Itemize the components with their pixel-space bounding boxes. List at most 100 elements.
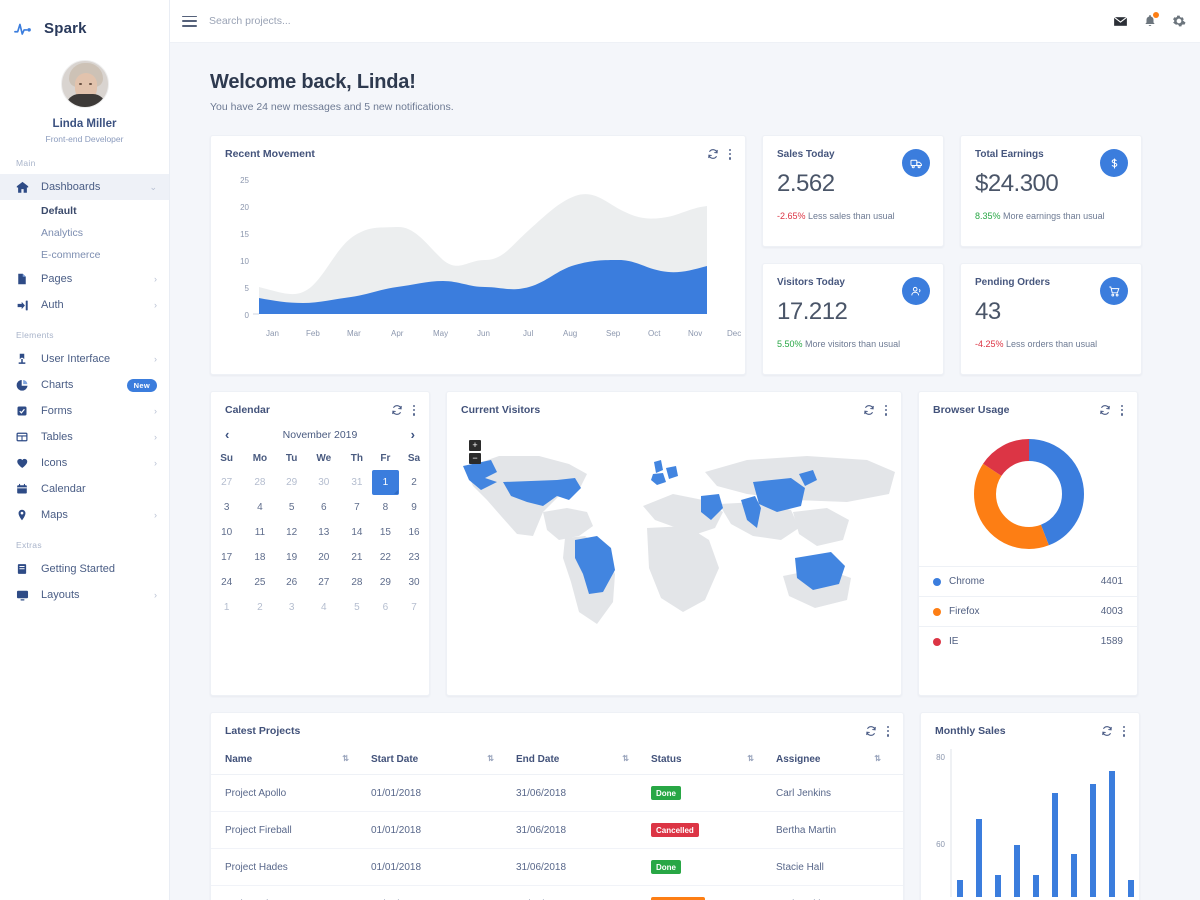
- calendar-day[interactable]: 15: [372, 520, 399, 545]
- calendar-day[interactable]: 7: [342, 495, 372, 520]
- sidebar-item-icons[interactable]: Icons ›: [0, 450, 169, 476]
- topbar: [170, 0, 1200, 43]
- sidebar-item-maps[interactable]: Maps ›: [0, 502, 169, 528]
- refresh-icon[interactable]: [1101, 725, 1113, 737]
- calendar-day[interactable]: 28: [342, 570, 372, 595]
- calendar-day[interactable]: 30: [306, 470, 342, 495]
- hamburger-icon[interactable]: [182, 16, 197, 27]
- search-input[interactable]: [209, 15, 509, 27]
- calendar-day[interactable]: 31: [342, 470, 372, 495]
- calendar-day[interactable]: 12: [278, 520, 306, 545]
- calendar-day[interactable]: 20: [306, 545, 342, 570]
- stat-note-text: More earnings than usual: [1003, 211, 1105, 221]
- calendar-day[interactable]: 10: [211, 520, 242, 545]
- cell-assignee: Carl Jenkins: [776, 775, 903, 812]
- calendar-day[interactable]: 13: [306, 520, 342, 545]
- brand[interactable]: Spark: [0, 0, 169, 44]
- sidebar-item-dashboards[interactable]: Dashboards ⌄: [0, 174, 169, 200]
- calendar-day[interactable]: 18: [242, 545, 277, 570]
- calendar-day[interactable]: 28: [242, 470, 277, 495]
- calendar-day[interactable]: 22: [372, 545, 399, 570]
- calendar-day[interactable]: 24: [211, 570, 242, 595]
- bell-icon[interactable]: [1143, 14, 1157, 28]
- calendar-day[interactable]: 1: [372, 470, 399, 495]
- kebab-menu-icon[interactable]: [885, 405, 887, 416]
- sidebar-item-charts[interactable]: Charts New: [0, 372, 169, 398]
- sidebar-item-layouts[interactable]: Layouts ›: [0, 582, 169, 608]
- chevron-right-icon: ›: [154, 433, 157, 442]
- weekday: Fr: [372, 447, 399, 470]
- calendar-day[interactable]: 14: [342, 520, 372, 545]
- calendar-day[interactable]: 2: [399, 470, 429, 495]
- sidebar-item-pages[interactable]: Pages ›: [0, 266, 169, 292]
- col-end-date[interactable]: End Date⇅: [516, 745, 651, 775]
- sidebar-subitem-default[interactable]: Default: [0, 200, 169, 222]
- chevron-right-icon: ›: [154, 459, 157, 468]
- world-map[interactable]: [447, 416, 902, 666]
- chevron-right-icon[interactable]: ›: [411, 428, 415, 441]
- calendar-day[interactable]: 6: [372, 595, 399, 620]
- table-row[interactable]: Project Apollo01/01/201831/06/2018DoneCa…: [211, 775, 903, 812]
- table-row[interactable]: Project Hades01/01/201831/06/2018DoneSta…: [211, 849, 903, 886]
- calendar-day[interactable]: 3: [278, 595, 306, 620]
- card-header: Calendar: [211, 392, 429, 416]
- sidebar-item-getting-started[interactable]: Getting Started: [0, 556, 169, 582]
- table-row[interactable]: Project Nitro01/01/201831/06/2018In prog…: [211, 886, 903, 900]
- calendar-day[interactable]: 27: [306, 570, 342, 595]
- calendar-day[interactable]: 4: [242, 495, 277, 520]
- sidebar-item-user-interface[interactable]: User Interface ›: [0, 346, 169, 372]
- gear-icon[interactable]: [1172, 14, 1186, 28]
- mail-icon[interactable]: [1113, 14, 1128, 29]
- calendar-day[interactable]: 4: [306, 595, 342, 620]
- svg-text:Sep: Sep: [606, 329, 621, 338]
- kebab-menu-icon[interactable]: [1121, 405, 1123, 416]
- calendar-day[interactable]: 16: [399, 520, 429, 545]
- col-status[interactable]: Status⇅: [651, 745, 776, 775]
- sidebar-profile[interactable]: Linda Miller Front-end Developer: [0, 44, 169, 146]
- calendar-day[interactable]: 1: [211, 595, 242, 620]
- calendar-day[interactable]: 7: [399, 595, 429, 620]
- map-zoom-out-button[interactable]: −: [469, 453, 481, 464]
- weekday: Th: [342, 447, 372, 470]
- map-zoom-in-button[interactable]: +: [469, 440, 481, 451]
- calendar-day[interactable]: 5: [342, 595, 372, 620]
- refresh-icon[interactable]: [707, 148, 719, 160]
- kebab-menu-icon[interactable]: [887, 726, 889, 737]
- calendar-day[interactable]: 2: [242, 595, 277, 620]
- cell-start-date: 01/01/2018: [371, 775, 516, 812]
- calendar-day[interactable]: 6: [306, 495, 342, 520]
- sidebar-item-forms[interactable]: Forms ›: [0, 398, 169, 424]
- calendar-day[interactable]: 19: [278, 545, 306, 570]
- calendar-day[interactable]: 21: [342, 545, 372, 570]
- kebab-menu-icon[interactable]: [413, 405, 415, 416]
- calendar-day[interactable]: 25: [242, 570, 277, 595]
- calendar-day[interactable]: 26: [278, 570, 306, 595]
- sidebar-item-calendar[interactable]: Calendar: [0, 476, 169, 502]
- refresh-icon[interactable]: [865, 725, 877, 737]
- sidebar-item-tables[interactable]: Tables ›: [0, 424, 169, 450]
- calendar-day[interactable]: 29: [372, 570, 399, 595]
- kebab-menu-icon[interactable]: [1123, 726, 1125, 737]
- calendar-day[interactable]: 9: [399, 495, 429, 520]
- refresh-icon[interactable]: [391, 404, 403, 416]
- col-start-date[interactable]: Start Date⇅: [371, 745, 516, 775]
- calendar-day[interactable]: 29: [278, 470, 306, 495]
- calendar-day[interactable]: 27: [211, 470, 242, 495]
- col-assignee[interactable]: Assignee⇅: [776, 745, 903, 775]
- refresh-icon[interactable]: [863, 404, 875, 416]
- sidebar-item-auth[interactable]: Auth ›: [0, 292, 169, 318]
- calendar-day[interactable]: 17: [211, 545, 242, 570]
- calendar-day[interactable]: 30: [399, 570, 429, 595]
- calendar-day[interactable]: 8: [372, 495, 399, 520]
- sidebar-subitem-ecommerce[interactable]: E-commerce: [0, 244, 169, 266]
- refresh-icon[interactable]: [1099, 404, 1111, 416]
- sidebar-label: Tables: [41, 431, 154, 443]
- table-row[interactable]: Project Fireball01/01/201831/06/2018Canc…: [211, 812, 903, 849]
- col-name[interactable]: Name⇅: [211, 745, 371, 775]
- kebab-menu-icon[interactable]: [729, 149, 731, 160]
- calendar-day[interactable]: 23: [399, 545, 429, 570]
- calendar-day[interactable]: 3: [211, 495, 242, 520]
- calendar-day[interactable]: 5: [278, 495, 306, 520]
- calendar-day[interactable]: 11: [242, 520, 277, 545]
- sidebar-subitem-analytics[interactable]: Analytics: [0, 222, 169, 244]
